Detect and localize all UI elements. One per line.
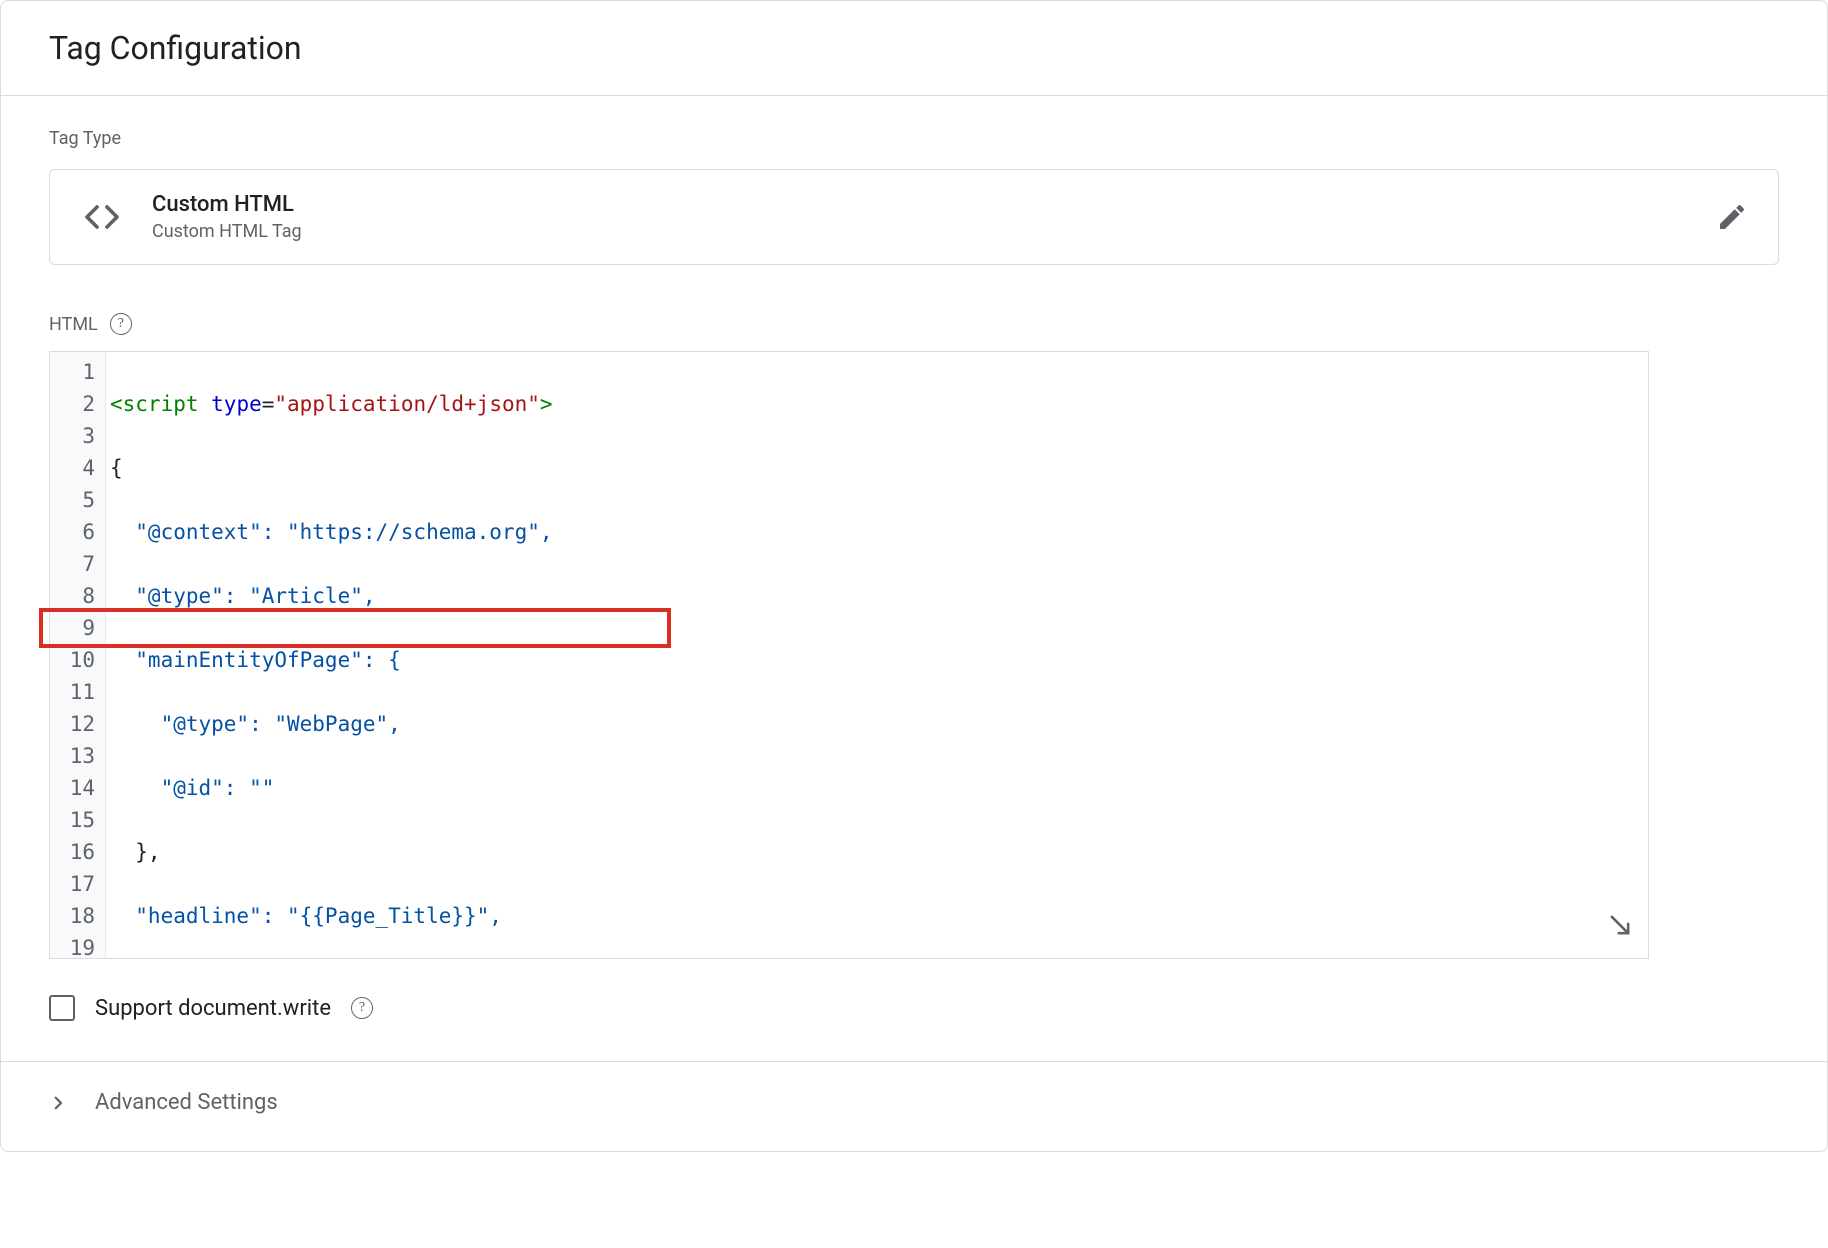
advanced-settings-label: Advanced Settings [95, 1090, 278, 1115]
html-field-label-row: HTML ? [49, 313, 1779, 335]
line-number: 18 [66, 900, 95, 932]
html-editor-wrap: 1 2 3 4 5 6 7 8 9 10 11 12 13 14 15 16 1 [49, 351, 1779, 959]
line-number: 7 [66, 548, 95, 580]
line-number: 8 [66, 580, 95, 612]
tag-type-text: Custom HTML Custom HTML Tag [152, 192, 1688, 242]
tag-configuration-panel: Tag Configuration Tag Type Custom HTML C… [0, 0, 1828, 1152]
code-area[interactable]: <script type="application/ld+json"> { "@… [106, 352, 1648, 958]
help-icon[interactable]: ? [110, 313, 132, 335]
line-number: 6 [66, 516, 95, 548]
line-number: 9 [66, 612, 95, 644]
panel-title: Tag Configuration [49, 29, 1779, 67]
line-number: 13 [66, 740, 95, 772]
line-number: 16 [66, 836, 95, 868]
line-number: 17 [66, 868, 95, 900]
resize-handle-icon[interactable] [1606, 911, 1634, 948]
panel-header: Tag Configuration [1, 1, 1827, 96]
support-document-write-row: Support document.write ? [49, 995, 1779, 1021]
tag-type-label: Tag Type [49, 128, 1779, 149]
line-number: 11 [66, 676, 95, 708]
line-number: 15 [66, 804, 95, 836]
line-number: 10 [66, 644, 95, 676]
panel-body: Tag Type Custom HTML Custom HTML Tag HTM… [1, 96, 1827, 1021]
support-document-write-label: Support document.write [95, 996, 331, 1021]
html-field-label: HTML [49, 314, 98, 335]
html-editor[interactable]: 1 2 3 4 5 6 7 8 9 10 11 12 13 14 15 16 1 [49, 351, 1649, 959]
line-number: 12 [66, 708, 95, 740]
line-number: 5 [66, 484, 95, 516]
line-number: 2 [66, 388, 95, 420]
line-number: 19 [66, 932, 95, 959]
line-number: 4 [66, 452, 95, 484]
line-number-gutter: 1 2 3 4 5 6 7 8 9 10 11 12 13 14 15 16 1 [50, 352, 106, 958]
line-number: 14 [66, 772, 95, 804]
code-brackets-icon [80, 195, 124, 239]
line-number: 3 [66, 420, 95, 452]
line-number: 1 [66, 356, 95, 388]
pencil-icon[interactable] [1716, 201, 1748, 233]
chevron-right-icon [49, 1094, 67, 1112]
tag-type-selector[interactable]: Custom HTML Custom HTML Tag [49, 169, 1779, 265]
support-document-write-checkbox[interactable] [49, 995, 75, 1021]
advanced-settings-toggle[interactable]: Advanced Settings [1, 1062, 1827, 1151]
tag-type-subtitle: Custom HTML Tag [152, 221, 1688, 242]
help-icon[interactable]: ? [351, 997, 373, 1019]
tag-type-title: Custom HTML [152, 192, 1688, 217]
